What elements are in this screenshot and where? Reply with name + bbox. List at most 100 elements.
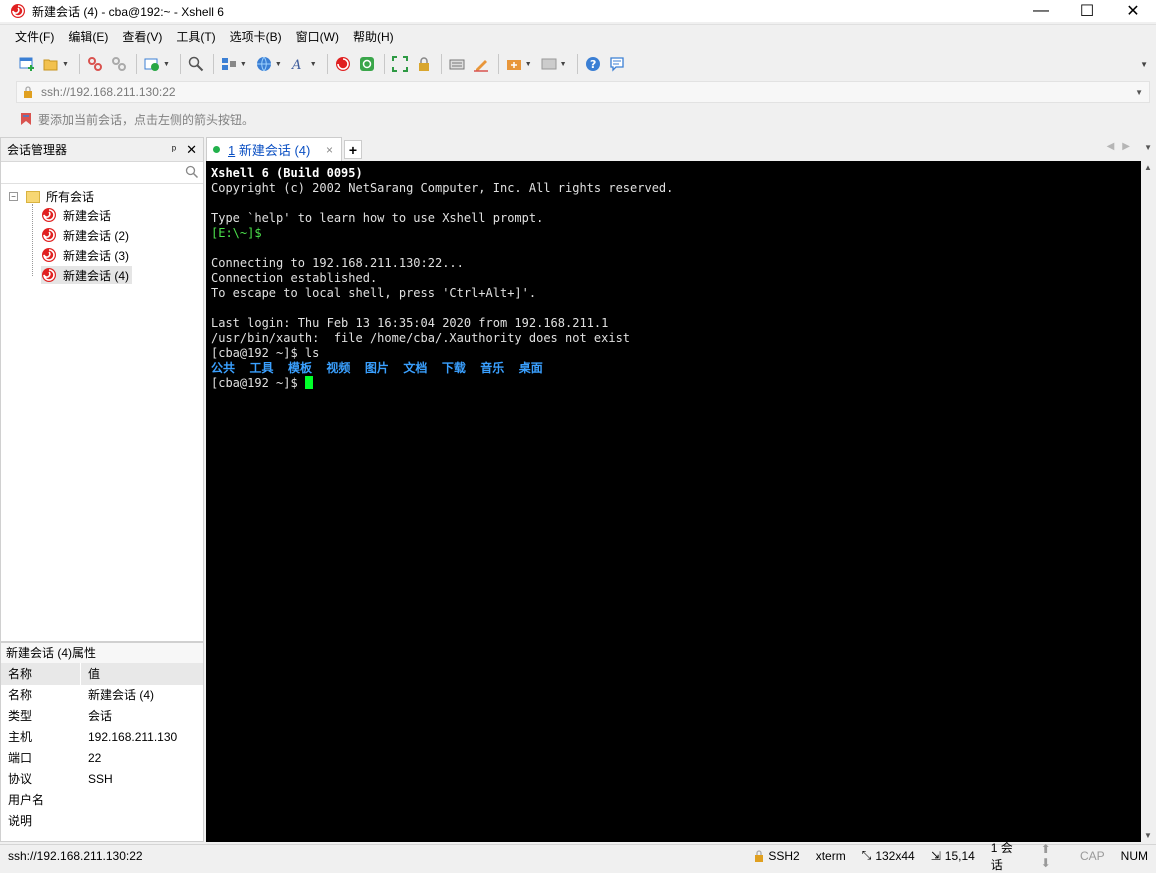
encoding-dropdown-icon[interactable]: ▼ xyxy=(275,61,282,68)
tab-list-dropdown-icon[interactable]: ▼ xyxy=(1144,143,1152,152)
property-row: 类型 会话 xyxy=(1,706,203,727)
property-key: 主机 xyxy=(8,730,33,744)
session-search-input[interactable] xyxy=(1,162,181,182)
connect-button[interactable] xyxy=(84,53,106,75)
session-item-1[interactable]: 新建会话 xyxy=(41,206,114,224)
session-icon xyxy=(42,208,56,222)
property-key: 协议 xyxy=(8,772,33,786)
tab-scroll-arrows-icon[interactable]: ◀▶ xyxy=(1107,141,1138,152)
open-session-button[interactable] xyxy=(40,53,62,75)
xshell-button[interactable] xyxy=(332,53,354,75)
marker-icon xyxy=(473,60,488,72)
compose-button[interactable] xyxy=(538,53,560,75)
tab-close-icon[interactable]: × xyxy=(326,143,333,157)
close-window-button[interactable]: ✕ xyxy=(1110,0,1156,22)
menu-file[interactable]: 文件(F) xyxy=(8,25,61,49)
column-name-header[interactable]: 名称 xyxy=(1,663,81,685)
status-numlock: NUM xyxy=(1120,848,1148,863)
close-panel-icon[interactable]: ✕ xyxy=(186,142,197,158)
disconnect-icon xyxy=(111,57,126,71)
scroll-down-icon[interactable]: ▼ xyxy=(1144,831,1152,840)
search-icon[interactable] xyxy=(185,165,199,179)
terminal-line: Xshell 6 (Build 0095) xyxy=(211,166,363,180)
highlight-button[interactable] xyxy=(470,53,492,75)
session-item-label: 新建会话 xyxy=(63,208,112,223)
minimize-button[interactable]: — xyxy=(1018,0,1064,22)
fullscreen-button[interactable] xyxy=(389,53,411,75)
address-input[interactable] xyxy=(41,85,1121,99)
session-manager-header: 会话管理器 ᵖ ✕ xyxy=(1,138,203,162)
help-button[interactable]: ? xyxy=(582,53,604,75)
directory-name: 下载 xyxy=(441,361,466,375)
xshell-icon xyxy=(335,57,350,71)
connect-icon xyxy=(87,57,102,71)
tree-root-all-sessions[interactable]: − 所有会话 xyxy=(9,188,94,205)
tree-guide-line xyxy=(32,204,33,276)
encoding-button[interactable] xyxy=(253,53,275,75)
tab-bar: 1 新建会话 (4) × + ◀▶ ▼ xyxy=(206,137,1156,161)
property-row: 主机 192.168.211.130 xyxy=(1,727,203,748)
svg-text:?: ? xyxy=(590,58,596,71)
title-bar: 新建会话 (4) - cba@192:~ - Xshell 6 — ☐ ✕ xyxy=(0,0,1156,22)
session-item-2[interactable]: 新建会话 (2) xyxy=(41,226,132,244)
folder-icon xyxy=(26,190,40,203)
terminal-scrollbar[interactable]: ▲ ▼ xyxy=(1141,161,1156,842)
address-dropdown-icon[interactable]: ▼ xyxy=(1135,88,1143,97)
session-manager-panel: 会话管理器 ᵖ ✕ − 所有会话 新建会话 新建会话 (2) 新建会话 (3) … xyxy=(0,137,204,642)
session-item-label: 新建会话 (2) xyxy=(63,228,130,243)
script-button[interactable] xyxy=(503,53,525,75)
tab-session-4[interactable]: 1 新建会话 (4) × xyxy=(206,137,342,161)
keyboard-button[interactable] xyxy=(446,53,468,75)
tree-root-label: 所有会话 xyxy=(46,190,95,204)
scrollbar-thumb[interactable] xyxy=(1143,179,1154,824)
feedback-button[interactable] xyxy=(606,53,628,75)
search-icon xyxy=(188,56,204,72)
terminal-line: Copyright (c) 2002 NetSarang Computer, I… xyxy=(211,181,674,195)
scroll-up-icon[interactable]: ▲ xyxy=(1144,163,1152,172)
column-value-header[interactable]: 值 xyxy=(81,663,100,685)
lock-button[interactable] xyxy=(413,53,435,75)
menu-view[interactable]: 查看(V) xyxy=(115,25,169,49)
session-item-label: 新建会话 (4) xyxy=(63,268,130,283)
menu-tab[interactable]: 选项卡(B) xyxy=(223,25,289,49)
layout-dropdown-icon[interactable]: ▼ xyxy=(240,61,247,68)
terminal[interactable]: Xshell 6 (Build 0095) Copyright (c) 2002… xyxy=(206,161,1141,842)
xshell-logo-icon xyxy=(11,4,25,18)
disconnect-button[interactable] xyxy=(108,53,130,75)
find-button[interactable] xyxy=(185,53,207,75)
bookmark-arrow-icon[interactable] xyxy=(20,112,32,126)
reconnect-dropdown-icon[interactable]: ▼ xyxy=(163,61,170,68)
reconnect-button[interactable] xyxy=(141,53,163,75)
property-value: SSH xyxy=(88,772,113,786)
layout-button[interactable] xyxy=(218,53,240,75)
font-button[interactable]: A xyxy=(288,53,310,75)
xftp-button[interactable] xyxy=(356,53,378,75)
toolbar-overflow-icon[interactable]: ▼ xyxy=(1140,60,1148,69)
separator xyxy=(497,54,499,74)
lock-icon xyxy=(418,57,429,71)
menu-window[interactable]: 窗口(W) xyxy=(289,25,346,49)
directory-name: 视频 xyxy=(326,361,351,375)
fullscreen-icon xyxy=(391,56,408,72)
property-key: 类型 xyxy=(8,709,33,723)
menu-help[interactable]: 帮助(H) xyxy=(346,25,401,49)
new-session-button[interactable] xyxy=(16,53,38,75)
terminal-line: Type `help' to learn how to use Xshell p… xyxy=(211,211,544,225)
menu-edit[interactable]: 编辑(E) xyxy=(61,25,115,49)
hint-text: 要添加当前会话，点击左侧的箭头按钮。 xyxy=(38,112,255,127)
open-dropdown-icon[interactable]: ▼ xyxy=(62,61,69,68)
script-dropdown-icon[interactable]: ▼ xyxy=(525,61,532,68)
lock-icon xyxy=(24,86,32,98)
compose-dropdown-icon[interactable]: ▼ xyxy=(560,61,567,68)
menu-tools[interactable]: 工具(T) xyxy=(169,25,222,49)
collapse-icon[interactable]: − xyxy=(9,192,18,201)
pin-icon[interactable]: ᵖ xyxy=(172,144,176,156)
ls-output: 公共 工具 模板 视频 图片 文档 下载 音乐 桌面 xyxy=(211,361,1136,376)
session-item-3[interactable]: 新建会话 (3) xyxy=(41,246,132,264)
session-item-4[interactable]: 新建会话 (4) xyxy=(41,266,133,284)
font-dropdown-icon[interactable]: ▼ xyxy=(310,61,317,68)
session-nav-arrows-icon[interactable]: ⬆ ⬇ xyxy=(1033,842,1072,870)
new-tab-button[interactable]: + xyxy=(344,140,362,159)
hint-bar: 要添加当前会话，点击左侧的箭头按钮。 xyxy=(20,110,254,128)
maximize-button[interactable]: ☐ xyxy=(1064,0,1110,22)
